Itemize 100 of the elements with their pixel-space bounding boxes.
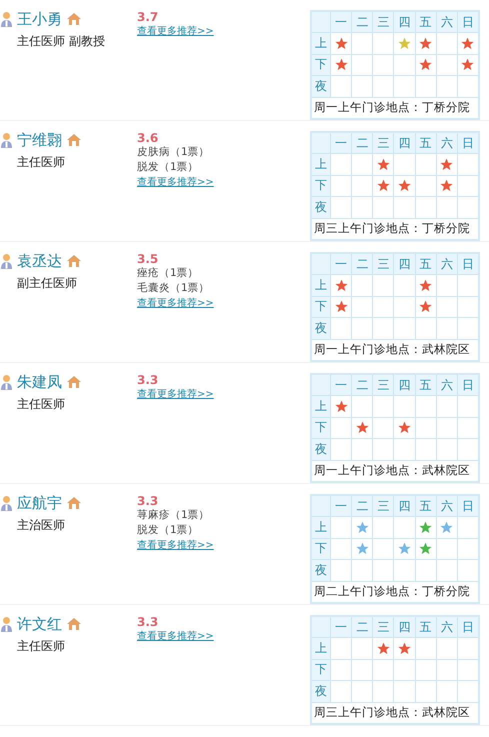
period-label: 下 xyxy=(311,175,331,197)
rating: 3.3 xyxy=(137,494,158,508)
weekday-header: 日 xyxy=(457,374,479,396)
weekday-header: 三 xyxy=(372,253,394,275)
weekday-header: 三 xyxy=(372,132,394,154)
weekday-header: 六 xyxy=(436,132,458,154)
doctor-name[interactable]: 王小勇 xyxy=(17,10,62,28)
weekday-header: 五 xyxy=(415,253,436,275)
weekday-header: 四 xyxy=(394,374,416,396)
doctor-title: 副主任医师 xyxy=(17,275,78,292)
weekday-header: 四 xyxy=(394,616,416,638)
vote-tag: 脱发（1票） xyxy=(137,523,199,538)
weekday-header: 日 xyxy=(457,616,479,638)
weekday-header: 五 xyxy=(415,616,436,638)
clinic-location: 周三上午门诊地点：武林院区 xyxy=(311,702,479,724)
rating: 3.6 xyxy=(137,131,158,145)
weekday-header: 三 xyxy=(372,374,394,396)
house-icon[interactable] xyxy=(66,617,82,631)
weekday-header: 三 xyxy=(372,495,394,517)
rating: 3.3 xyxy=(137,373,158,387)
doctor-name[interactable]: 朱建凤 xyxy=(17,373,62,391)
doctor-title: 主任医师 xyxy=(17,396,66,413)
house-icon[interactable] xyxy=(66,254,82,268)
weekday-header: 六 xyxy=(436,374,458,396)
period-label: 下 xyxy=(311,538,331,560)
weekday-header: 五 xyxy=(415,374,436,396)
weekday-header: 六 xyxy=(436,616,458,638)
period-label: 夜 xyxy=(311,680,331,702)
clinic-location: 周一上午门诊地点：武林院区 xyxy=(311,460,479,482)
weekday-header: 二 xyxy=(352,11,373,33)
more-recommendations-link[interactable]: 查看更多推荐>> xyxy=(137,387,214,402)
period-label: 夜 xyxy=(311,196,331,218)
weekday-header: 日 xyxy=(457,253,479,275)
weekday-header: 四 xyxy=(394,11,416,33)
weekday-header: 四 xyxy=(394,495,416,517)
weekday-header: 二 xyxy=(352,253,373,275)
rating: 3.7 xyxy=(137,10,158,24)
vote-tag: 皮肤病（1票） xyxy=(137,145,210,160)
period-label: 下 xyxy=(311,659,331,681)
weekday-header: 六 xyxy=(436,495,458,517)
weekday-header: 二 xyxy=(352,616,373,638)
weekday-header: 三 xyxy=(372,616,394,638)
doctor-name[interactable]: 宁维翾 xyxy=(17,131,62,149)
period-label: 上 xyxy=(311,274,331,296)
doctor-name[interactable]: 许文红 xyxy=(17,615,62,633)
doctor-title: 主治医师 xyxy=(17,517,66,534)
weekday-header: 一 xyxy=(330,132,352,154)
weekday-header: 三 xyxy=(372,11,394,33)
period-label: 上 xyxy=(311,396,331,418)
clinic-location: 周一上午门诊地点：武林院区 xyxy=(311,339,479,361)
doctor-name[interactable]: 袁丞达 xyxy=(17,252,62,270)
weekday-header: 二 xyxy=(352,495,373,517)
doctor-title: 主任医师 副教授 xyxy=(17,33,106,50)
period-label: 夜 xyxy=(311,560,331,582)
weekday-header: 一 xyxy=(330,616,352,638)
period-label: 下 xyxy=(311,296,331,318)
more-recommendations-link[interactable]: 查看更多推荐>> xyxy=(137,296,214,311)
doctor-name[interactable]: 应航宇 xyxy=(17,494,62,512)
weekday-header: 四 xyxy=(394,132,416,154)
more-recommendations-link[interactable]: 查看更多推荐>> xyxy=(137,629,214,644)
period-label: 上 xyxy=(311,516,331,538)
house-icon[interactable] xyxy=(66,133,82,147)
house-icon[interactable] xyxy=(66,375,82,389)
clinic-location: 周二上午门诊地点：丁桥分院 xyxy=(311,581,479,603)
period-label: 下 xyxy=(311,417,331,439)
vote-tag: 脱发（1票） xyxy=(137,160,199,175)
vote-tag: 痤疮（1票） xyxy=(137,266,199,281)
doctor-title: 主任医师 xyxy=(17,638,66,655)
clinic-location: 周三上午门诊地点：丁桥分院 xyxy=(311,218,479,240)
more-recommendations-link[interactable]: 查看更多推荐>> xyxy=(137,538,214,553)
house-icon[interactable] xyxy=(66,496,82,510)
period-label: 上 xyxy=(311,154,331,176)
rating: 3.5 xyxy=(137,252,158,266)
weekday-header: 四 xyxy=(394,253,416,275)
period-label: 下 xyxy=(311,54,331,76)
period-label: 上 xyxy=(311,638,331,660)
weekday-header: 五 xyxy=(415,11,436,33)
weekday-header: 一 xyxy=(330,495,352,517)
weekday-header: 日 xyxy=(457,11,479,33)
house-icon[interactable] xyxy=(66,12,82,26)
period-label: 上 xyxy=(311,32,331,54)
weekday-header: 五 xyxy=(415,495,436,517)
period-label: 夜 xyxy=(311,76,331,98)
period-label: 夜 xyxy=(311,438,331,460)
doctor-title: 主任医师 xyxy=(17,154,66,171)
weekday-header: 一 xyxy=(330,374,352,396)
weekday-header: 六 xyxy=(436,11,458,33)
weekday-header: 一 xyxy=(330,11,352,33)
weekday-header: 日 xyxy=(457,495,479,517)
period-label: 夜 xyxy=(311,318,331,340)
vote-tag: 毛囊炎（1票） xyxy=(137,281,210,296)
weekday-header: 日 xyxy=(457,132,479,154)
rating: 3.3 xyxy=(137,615,158,629)
more-recommendations-link[interactable]: 查看更多推荐>> xyxy=(137,24,214,39)
vote-tag: 荨麻疹（1票） xyxy=(137,508,210,523)
weekday-header: 二 xyxy=(352,132,373,154)
weekday-header: 五 xyxy=(415,132,436,154)
more-recommendations-link[interactable]: 查看更多推荐>> xyxy=(137,175,214,190)
weekday-header: 六 xyxy=(436,253,458,275)
weekday-header: 一 xyxy=(330,253,352,275)
